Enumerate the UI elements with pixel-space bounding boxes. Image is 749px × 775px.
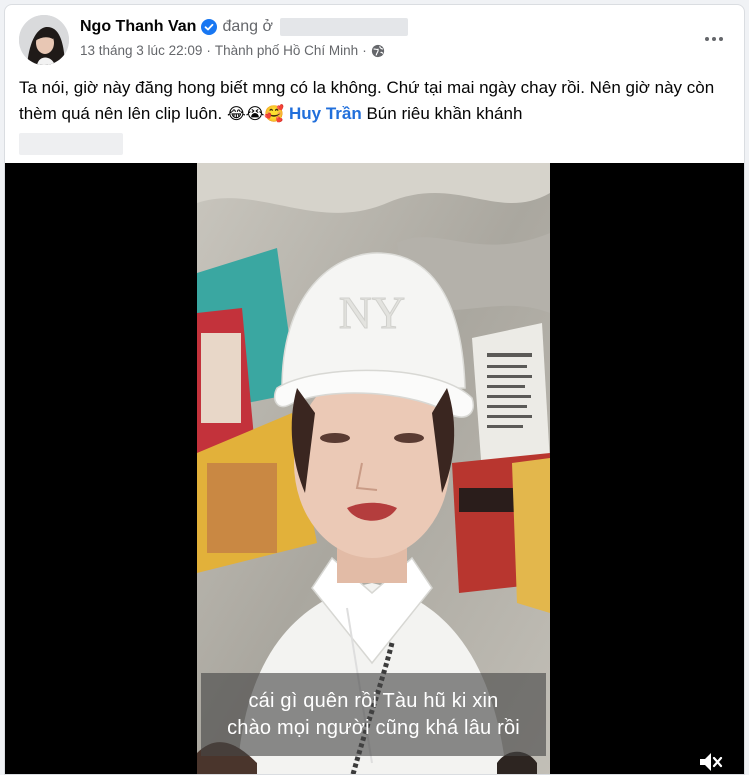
caption-emojis: 😂😭🥰 <box>226 106 285 123</box>
author-name[interactable]: Ngo Thanh Van <box>80 18 196 36</box>
checkin-place-redacted <box>279 18 408 36</box>
video-player[interactable]: NY cái gì quên rồi Tàu hũ ki xin chào mọ… <box>5 163 744 775</box>
mention-link[interactable]: Huy Trần <box>289 104 362 123</box>
volume-muted-icon[interactable] <box>696 748 724 775</box>
post-location[interactable]: Thành phố Hồ Chí Minh <box>215 43 358 58</box>
subtitle-line-1: cái gì quên rồi Tàu hũ ki xin <box>248 689 499 712</box>
post-timestamp[interactable]: 13 tháng 3 lúc 22:09 <box>80 43 202 58</box>
video-subtitles: cái gì quên rồi Tàu hũ ki xin chào mọi n… <box>201 673 546 756</box>
checkin-prefix: đang ở <box>222 18 273 35</box>
caption-redacted <box>19 132 123 155</box>
more-options-icon <box>705 37 723 41</box>
more-options-button[interactable] <box>696 21 732 57</box>
video-frame[interactable]: NY cái gì quên rồi Tàu hũ ki xin chào mọ… <box>197 163 550 774</box>
author-row: Ngo Thanh Van đang ở <box>80 16 408 38</box>
feed-post: Ngo Thanh Van đang ở 13 tháng 3 lúc 22:0… <box>4 4 745 775</box>
meta-separator: · <box>206 43 211 58</box>
svg-text:NY: NY <box>339 287 405 338</box>
post-meta: 13 tháng 3 lúc 22:09 · Thành phố Hồ Chí … <box>80 43 385 58</box>
meta-separator-2: · <box>362 43 367 58</box>
subtitle-line-2: chào mọi người cũng khá lâu rồi <box>227 716 520 739</box>
author-avatar[interactable] <box>19 15 69 65</box>
post-caption: Ta nói, giờ này đăng hong biết mng có la… <box>19 75 731 155</box>
globe-icon[interactable] <box>371 44 385 58</box>
verified-badge-icon <box>201 19 218 35</box>
post-header: Ngo Thanh Van đang ở 13 tháng 3 lúc 22:0… <box>5 5 744 67</box>
caption-suffix: Bún riêu khần khánh <box>366 104 523 123</box>
